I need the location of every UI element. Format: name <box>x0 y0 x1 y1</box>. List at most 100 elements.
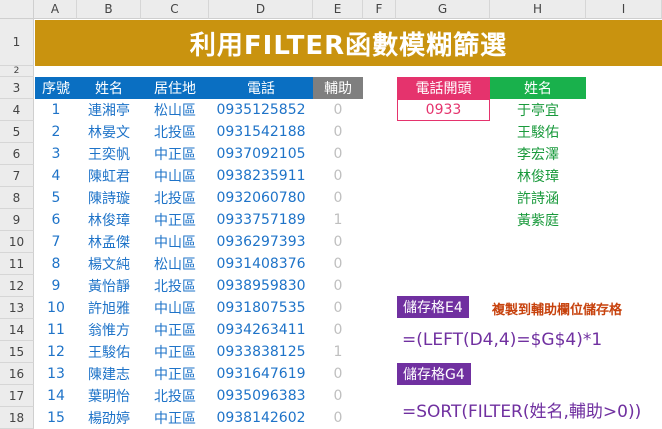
select-all-corner[interactable] <box>0 0 34 19</box>
seq-cell[interactable]: 5 <box>35 187 77 209</box>
phone-cell[interactable]: 0937092105 <box>209 143 313 165</box>
name-cell[interactable]: 王奕帆 <box>77 143 141 165</box>
phone-cell[interactable]: 0935096383 <box>209 385 313 407</box>
seq-cell[interactable]: 13 <box>35 363 77 385</box>
district-cell[interactable]: 中山區 <box>141 231 209 253</box>
phone-cell[interactable]: 0938235911 <box>209 165 313 187</box>
phone-cell[interactable]: 0931647619 <box>209 363 313 385</box>
name-cell[interactable]: 楊劭婷 <box>77 407 141 429</box>
phone-cell[interactable]: 0936297393 <box>209 231 313 253</box>
seq-cell[interactable]: 9 <box>35 275 77 297</box>
seq-cell[interactable]: 11 <box>35 319 77 341</box>
helper-cell[interactable]: 1 <box>313 341 363 363</box>
row-header-10[interactable]: 10 <box>0 231 34 253</box>
seq-cell[interactable]: 2 <box>35 121 77 143</box>
name-cell[interactable]: 林孟傑 <box>77 231 141 253</box>
name-cell[interactable]: 林晏文 <box>77 121 141 143</box>
row-header-1[interactable]: 1 <box>0 19 34 66</box>
row-header-14[interactable]: 14 <box>0 319 34 341</box>
seq-cell[interactable]: 15 <box>35 407 77 429</box>
column-header-f[interactable]: F <box>363 0 396 19</box>
row-header-4[interactable]: 4 <box>0 99 34 121</box>
row-header-11[interactable]: 11 <box>0 253 34 275</box>
header-helper[interactable]: 輔助 <box>313 77 363 99</box>
helper-cell[interactable]: 0 <box>313 231 363 253</box>
header-district[interactable]: 居住地 <box>141 77 209 99</box>
row-header-17[interactable]: 17 <box>0 385 34 407</box>
helper-cell[interactable]: 0 <box>313 253 363 275</box>
phone-prefix-input-cell[interactable]: 0933 <box>397 99 490 121</box>
helper-cell[interactable]: 0 <box>313 121 363 143</box>
row-header-15[interactable]: 15 <box>0 341 34 363</box>
district-cell[interactable]: 中正區 <box>141 143 209 165</box>
row-header-18[interactable]: 18 <box>0 407 34 429</box>
helper-cell[interactable]: 0 <box>313 407 363 429</box>
district-cell[interactable]: 北投區 <box>141 385 209 407</box>
seq-cell[interactable]: 14 <box>35 385 77 407</box>
column-header-e[interactable]: E <box>313 0 363 19</box>
seq-cell[interactable]: 7 <box>35 231 77 253</box>
helper-cell[interactable]: 1 <box>313 209 363 231</box>
seq-cell[interactable]: 4 <box>35 165 77 187</box>
row-header-9[interactable]: 9 <box>0 209 34 231</box>
row-header-12[interactable]: 12 <box>0 275 34 297</box>
district-cell[interactable]: 中山區 <box>141 297 209 319</box>
name-cell[interactable]: 王駿佑 <box>77 341 141 363</box>
seq-cell[interactable]: 10 <box>35 297 77 319</box>
district-cell[interactable]: 中正區 <box>141 319 209 341</box>
row-header-6[interactable]: 6 <box>0 143 34 165</box>
result-name-cell[interactable]: 于亭宜 <box>490 99 586 121</box>
name-cell[interactable]: 黃怡靜 <box>77 275 141 297</box>
name-cell[interactable]: 連湘亭 <box>77 99 141 121</box>
result-name-cell[interactable]: 李宏澤 <box>490 143 586 165</box>
district-cell[interactable]: 中正區 <box>141 341 209 363</box>
helper-cell[interactable]: 0 <box>313 297 363 319</box>
column-header-c[interactable]: C <box>141 0 209 19</box>
seq-cell[interactable]: 3 <box>35 143 77 165</box>
district-cell[interactable]: 北投區 <box>141 121 209 143</box>
name-cell[interactable]: 翁惟方 <box>77 319 141 341</box>
district-cell[interactable]: 中山區 <box>141 165 209 187</box>
name-cell[interactable]: 葉明怡 <box>77 385 141 407</box>
seq-cell[interactable]: 8 <box>35 253 77 275</box>
result-name-cell[interactable]: 王駿佑 <box>490 121 586 143</box>
column-header-b[interactable]: B <box>77 0 141 19</box>
column-header-h[interactable]: H <box>490 0 586 19</box>
helper-cell[interactable]: 0 <box>313 319 363 341</box>
district-cell[interactable]: 中正區 <box>141 407 209 429</box>
helper-cell[interactable]: 0 <box>313 363 363 385</box>
helper-cell[interactable]: 0 <box>313 143 363 165</box>
result-name-cell[interactable]: 林俊璋 <box>490 165 586 187</box>
helper-cell[interactable]: 0 <box>313 385 363 407</box>
sheet-title-banner[interactable]: 利用FILTER函數模糊篩選 <box>35 20 662 66</box>
seq-cell[interactable]: 6 <box>35 209 77 231</box>
phone-cell[interactable]: 0935125852 <box>209 99 313 121</box>
district-cell[interactable]: 松山區 <box>141 99 209 121</box>
name-cell[interactable]: 許旭雅 <box>77 297 141 319</box>
phone-cell[interactable]: 0938959830 <box>209 275 313 297</box>
district-cell[interactable]: 北投區 <box>141 275 209 297</box>
result-name-cell[interactable]: 黃紫庭 <box>490 209 586 231</box>
phone-cell[interactable]: 0931408376 <box>209 253 313 275</box>
district-cell[interactable]: 中正區 <box>141 209 209 231</box>
header-result-name[interactable]: 姓名 <box>490 77 586 99</box>
phone-cell[interactable]: 0931807535 <box>209 297 313 319</box>
row-header-7[interactable]: 7 <box>0 165 34 187</box>
name-cell[interactable]: 林俊璋 <box>77 209 141 231</box>
name-cell[interactable]: 陳建志 <box>77 363 141 385</box>
helper-cell[interactable]: 0 <box>313 275 363 297</box>
helper-cell[interactable]: 0 <box>313 99 363 121</box>
column-header-g[interactable]: G <box>396 0 490 19</box>
phone-cell[interactable]: 0933838125 <box>209 341 313 363</box>
row-header-8[interactable]: 8 <box>0 187 34 209</box>
column-header-a[interactable]: A <box>34 0 77 19</box>
phone-cell[interactable]: 0933757189 <box>209 209 313 231</box>
seq-cell[interactable]: 12 <box>35 341 77 363</box>
helper-cell[interactable]: 0 <box>313 187 363 209</box>
header-seq[interactable]: 序號 <box>35 77 77 99</box>
row-header-16[interactable]: 16 <box>0 363 34 385</box>
row-header-2[interactable]: 2 <box>0 66 34 77</box>
row-header-13[interactable]: 13 <box>0 297 34 319</box>
district-cell[interactable]: 北投區 <box>141 187 209 209</box>
row-header-5[interactable]: 5 <box>0 121 34 143</box>
